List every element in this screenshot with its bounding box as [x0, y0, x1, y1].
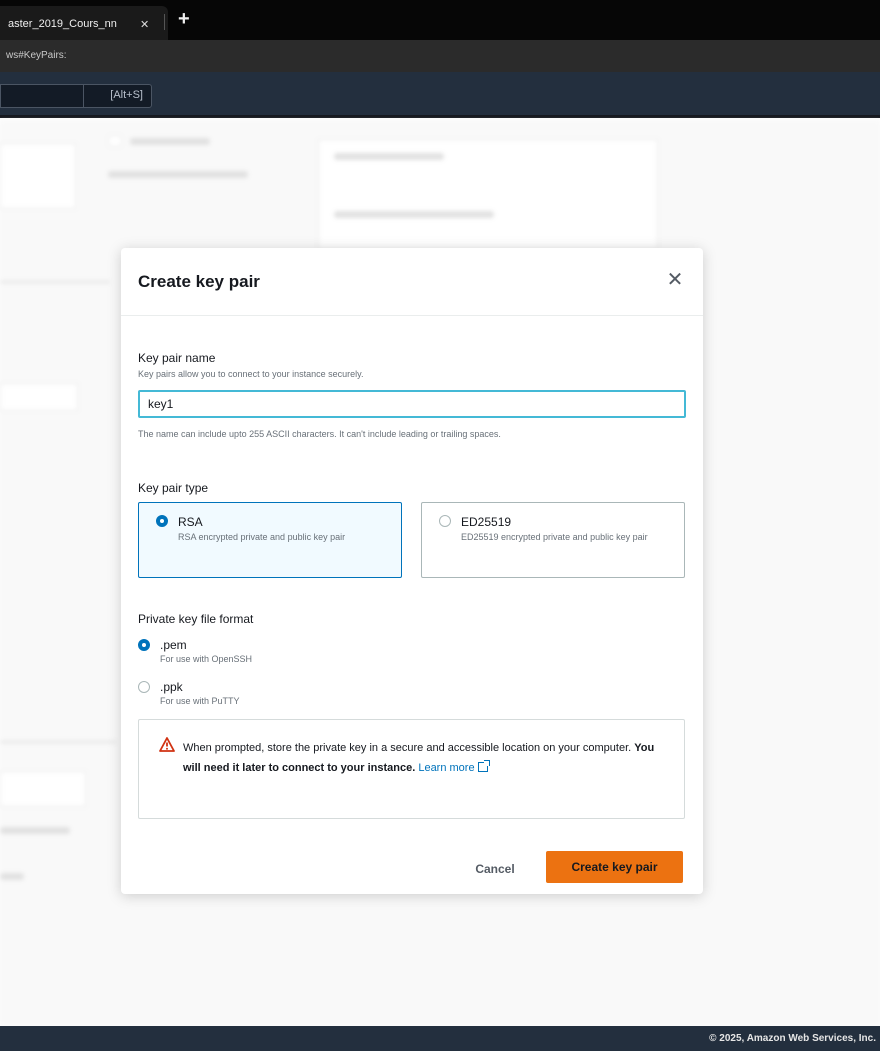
cancel-button[interactable]: Cancel — [459, 854, 531, 884]
ed25519-title: ED25519 — [461, 515, 512, 529]
learn-more-link[interactable]: Learn more — [418, 760, 490, 774]
key-pair-name-input[interactable] — [138, 390, 686, 418]
close-icon[interactable]: ✕ — [663, 268, 687, 292]
pem-radio[interactable] — [138, 639, 150, 651]
footer-copyright: © 2025, Amazon Web Services, Inc. — [709, 1033, 876, 1044]
format-ppk-option[interactable]: .ppk For use with PuTTY — [138, 680, 438, 710]
alert-message: When prompted, store the private key in … — [183, 738, 663, 778]
browser-tab-title: aster_2019_Cours_nn — [8, 18, 117, 30]
rsa-radio[interactable] — [156, 515, 168, 527]
create-key-pair-button[interactable]: Create key pair — [546, 851, 683, 883]
warning-alert: When prompted, store the private key in … — [138, 719, 685, 819]
key-pair-name-label: Key pair name — [138, 351, 216, 365]
search-shortcut-hint: [Alt+S] — [110, 89, 143, 101]
ed25519-description: ED25519 encrypted private and public key… — [461, 532, 648, 542]
ppk-radio[interactable] — [138, 681, 150, 693]
key-type-rsa-tile[interactable]: RSA RSA encrypted private and public key… — [138, 502, 402, 578]
browser-tab[interactable]: aster_2019_Cours_nn ✕ — [0, 6, 168, 40]
key-pair-type-label: Key pair type — [138, 481, 209, 495]
learn-more-text: Learn more — [418, 762, 475, 774]
modal-header: Create key pair ✕ — [121, 248, 703, 316]
warning-icon — [159, 737, 175, 752]
create-key-pair-modal: Create key pair ✕ Key pair name Key pair… — [121, 248, 703, 894]
private-key-format-label: Private key file format — [138, 612, 254, 626]
aws-footer: © 2025, Amazon Web Services, Inc. — [0, 1026, 880, 1051]
pem-title: .pem — [160, 638, 187, 652]
aws-console-nav: [Alt+S] — [0, 72, 880, 118]
pem-description: For use with OpenSSH — [160, 654, 253, 664]
new-tab-icon[interactable]: + — [178, 9, 190, 29]
key-pair-name-description: Key pairs allow you to connect to your i… — [138, 369, 364, 379]
ppk-description: For use with PuTTY — [160, 696, 240, 706]
browser-address-bar[interactable]: ws#KeyPairs: — [0, 40, 880, 72]
url-text: ws#KeyPairs: — [6, 50, 67, 61]
modal-title: Create key pair — [138, 272, 260, 291]
aws-search-box[interactable]: [Alt+S] — [0, 84, 152, 108]
browser-tab-bar: aster_2019_Cours_nn ✕ + — [0, 0, 880, 40]
tab-separator — [164, 14, 165, 30]
rsa-description: RSA encrypted private and public key pai… — [178, 532, 346, 542]
key-pair-name-constraint: The name can include upto 255 ASCII char… — [138, 429, 501, 439]
tab-close-icon[interactable]: ✕ — [140, 18, 149, 31]
external-link-icon — [477, 760, 490, 772]
format-pem-option[interactable]: .pem For use with OpenSSH — [138, 638, 438, 668]
ppk-title: .ppk — [160, 680, 183, 694]
rsa-title: RSA — [178, 515, 203, 529]
ed25519-radio[interactable] — [439, 515, 451, 527]
key-type-ed25519-tile[interactable]: ED25519 ED25519 encrypted private and pu… — [421, 502, 685, 578]
alert-text-plain: When prompted, store the private key in … — [183, 742, 632, 754]
search-divider — [83, 85, 84, 107]
